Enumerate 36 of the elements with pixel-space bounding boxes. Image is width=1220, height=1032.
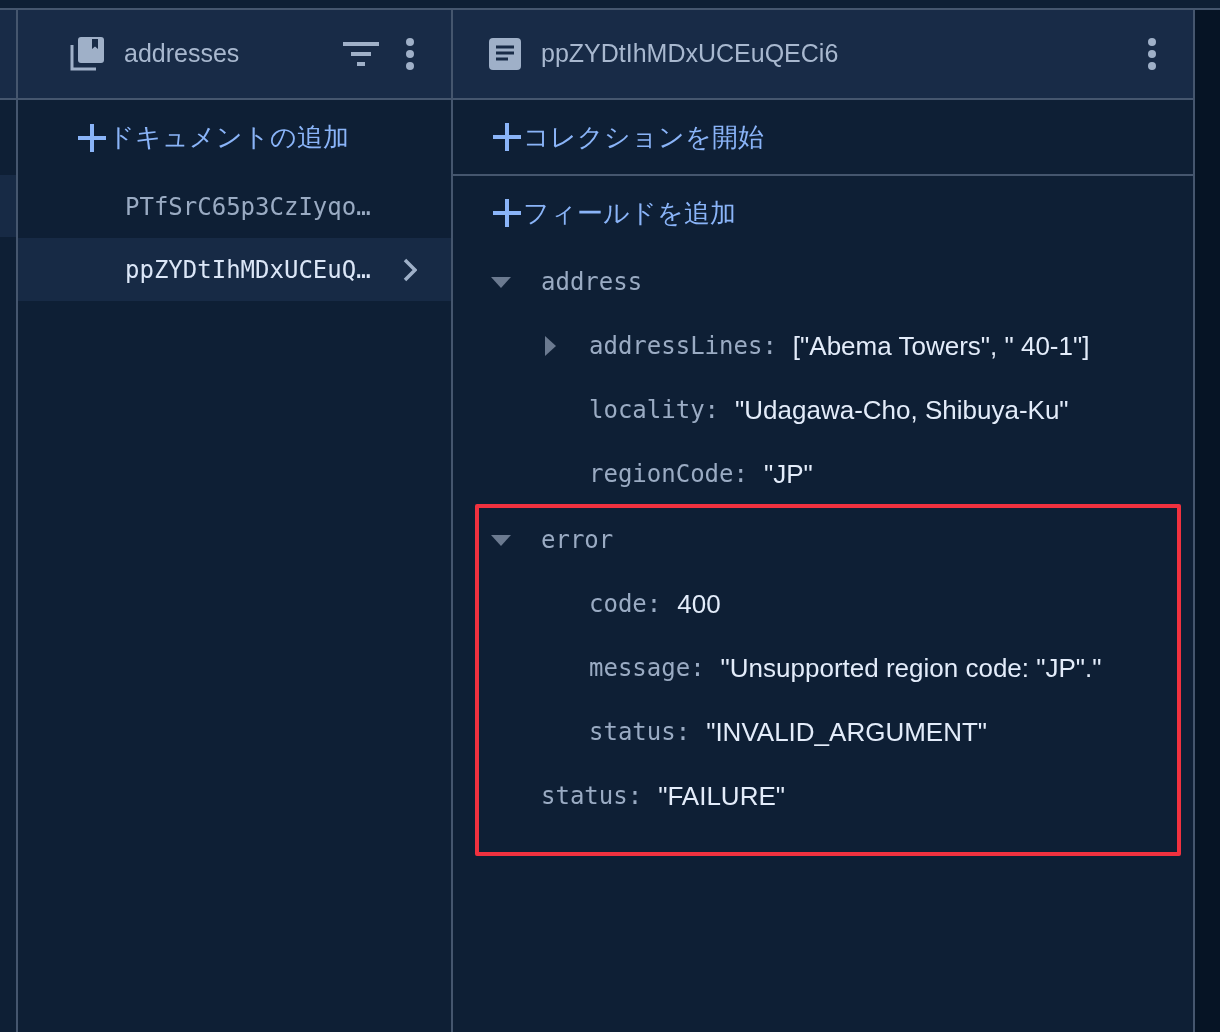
document-item[interactable]: ppZYDtIhMDxUCEuQ… (18, 238, 451, 301)
field-value: "Unsupported region code: "JP"." (720, 651, 1102, 685)
field-key: addressLines: (589, 328, 777, 364)
caret-down-icon[interactable] (491, 534, 511, 546)
chevron-right-icon (403, 257, 417, 282)
field-key: code: (589, 586, 662, 622)
document-title: ppZYDtIhMDxUCEuQECi6 (541, 38, 840, 70)
caret-right-icon[interactable] (545, 336, 556, 356)
filter-icon[interactable] (343, 42, 379, 66)
field-value: "INVALID_ARGUMENT" (706, 715, 988, 749)
add-field-button[interactable]: フィールドを追加 (493, 193, 736, 233)
collection-title: addresses (124, 38, 241, 70)
field-value: 400 (677, 587, 721, 621)
plus-icon (78, 123, 106, 152)
more-icon[interactable] (405, 38, 415, 70)
field-key: address (541, 264, 643, 300)
caret-down-icon[interactable] (491, 276, 511, 288)
document-icon (489, 38, 521, 70)
field-value: "FAILURE" (658, 779, 785, 813)
more-icon[interactable] (1147, 38, 1157, 70)
document-item[interactable]: PTfSrC65p3CzIyqo… (18, 175, 451, 238)
plus-icon (493, 123, 521, 151)
field-key: locality: (589, 392, 720, 428)
selected-row (0, 175, 16, 237)
plus-icon (493, 199, 521, 227)
collection-icon (70, 37, 104, 71)
field-key: regionCode: (589, 456, 748, 492)
field-key: status: (589, 714, 691, 750)
field-value: "Udagawa-Cho, Shibuya-Ku" (735, 393, 1069, 427)
start-collection-button[interactable]: コレクションを開始 (493, 117, 764, 157)
add-document-button[interactable]: ドキュメントの追加 (18, 100, 451, 175)
field-key: message: (589, 650, 705, 686)
field-key: status: (541, 778, 643, 814)
field-value: "JP" (763, 457, 813, 491)
field-key: error (541, 522, 614, 558)
field-value: ["Abema Towers", " 40-1"] (792, 329, 1090, 363)
